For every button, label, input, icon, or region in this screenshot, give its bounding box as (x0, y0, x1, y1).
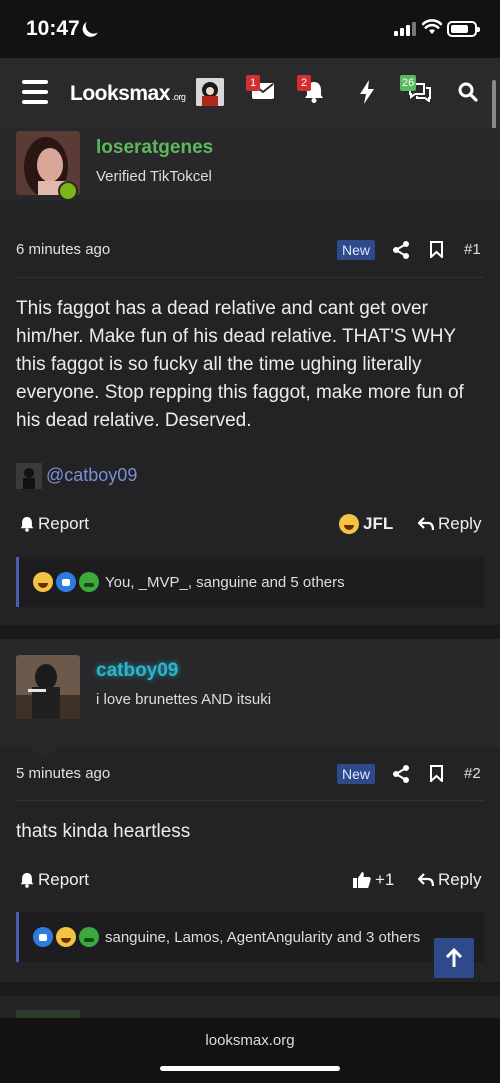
moon-icon (84, 15, 105, 36)
lightning-icon[interactable] (360, 80, 374, 104)
reply-arrow-icon (418, 517, 434, 531)
reply-label: Reply (438, 870, 482, 889)
bell-icon (20, 517, 34, 532)
mention-avatar (16, 463, 42, 489)
battery-icon (447, 21, 480, 37)
reactions-summary[interactable]: You, _MVP_, sanguine and 5 others (16, 557, 484, 607)
inbox-badge: 1 (246, 75, 260, 91)
post-username[interactable]: catboy09 (96, 660, 178, 682)
bell-icon (20, 873, 34, 888)
post-separator (0, 982, 500, 996)
laughing-emoji-icon (339, 514, 359, 534)
report-label: Report (38, 870, 90, 889)
arrow-up-icon (445, 948, 463, 967)
share-icon[interactable] (393, 765, 409, 783)
post-body: This faggot has a dead relative and cant… (16, 298, 464, 431)
wifi-icon (422, 19, 442, 34)
user-mention[interactable]: @catboy09 (46, 465, 137, 486)
bookmark-icon[interactable] (430, 765, 443, 782)
sick-emoji-icon (79, 572, 99, 592)
user-avatar[interactable] (16, 655, 80, 719)
alerts-badge: 2 (297, 75, 311, 91)
like-emoji-icon (56, 572, 76, 592)
user-title: Verified TikTokcel (96, 168, 212, 185)
search-icon[interactable] (458, 82, 478, 102)
divider (16, 277, 484, 278)
account-avatar[interactable] (196, 78, 224, 106)
user-avatar[interactable] (16, 1010, 80, 1018)
logo-text: Looksmax (70, 82, 170, 105)
like-count: +1 (375, 870, 395, 889)
post-time[interactable]: 5 minutes ago (16, 765, 110, 782)
post-1: loseratgenes Verified TikTokcel 6 minute… (0, 128, 500, 625)
reply-button[interactable]: Reply (418, 870, 481, 890)
react-button[interactable]: JFL (339, 514, 393, 534)
like-button[interactable]: +1 (353, 870, 394, 890)
status-time: 10:47 (26, 17, 80, 40)
post-time[interactable]: 6 minutes ago (16, 241, 110, 258)
cellular-signal-icon (394, 22, 416, 36)
user-title: i love brunettes AND itsuki (96, 691, 272, 708)
reply-label: Reply (438, 514, 482, 533)
reactions-text: sanguine, Lamos, AgentAngularity and 3 o… (105, 928, 421, 946)
new-badge: New (337, 764, 375, 784)
home-indicator[interactable] (160, 1066, 340, 1071)
top-navigation: Looksmax .org 1 2 26 (0, 58, 500, 128)
laughing-emoji-icon (33, 572, 53, 592)
post-number[interactable]: #1 (464, 241, 481, 258)
bookmark-icon[interactable] (430, 241, 443, 258)
post-number[interactable]: #2 (464, 765, 481, 782)
post-header: catboy09 i love brunettes AND itsuki (0, 639, 500, 747)
like-emoji-icon (33, 927, 53, 947)
browser-bottom-bar: looksmax.org (0, 1018, 500, 1083)
messages-badge: 26 (400, 75, 417, 91)
site-logo[interactable]: Looksmax .org (70, 82, 186, 106)
sick-emoji-icon (79, 927, 99, 947)
status-bar: 10:47 (0, 0, 500, 58)
reply-button[interactable]: Reply (418, 514, 481, 534)
report-label: Report (38, 514, 90, 533)
divider (16, 800, 484, 801)
reactions-summary[interactable]: sanguine, Lamos, AgentAngularity and 3 o… (16, 912, 484, 962)
post-3-partial (0, 996, 500, 1018)
logo-suffix: .org (171, 92, 186, 102)
post-2: catboy09 i love brunettes AND itsuki 5 m… (0, 639, 500, 982)
thumbs-up-icon (353, 872, 371, 888)
reactions-text: You, _MVP_, sanguine and 5 others (105, 573, 345, 591)
report-button[interactable]: Report (20, 514, 89, 534)
new-badge: New (337, 240, 375, 260)
menu-icon[interactable] (22, 80, 48, 104)
online-status-dot (58, 181, 78, 201)
post-header: loseratgenes Verified TikTokcel (0, 128, 500, 201)
reaction-label: JFL (363, 514, 394, 533)
post-separator (0, 625, 500, 639)
post-body: thats kinda heartless (16, 821, 191, 842)
post-username[interactable]: loseratgenes (96, 137, 213, 159)
share-icon[interactable] (393, 241, 409, 259)
scroll-to-top-button[interactable] (434, 938, 474, 978)
header-pointer (30, 747, 58, 758)
address-bar[interactable]: looksmax.org (0, 1032, 500, 1049)
report-button[interactable]: Report (20, 870, 89, 890)
laughing-emoji-icon (56, 927, 76, 947)
reply-arrow-icon (418, 873, 434, 887)
